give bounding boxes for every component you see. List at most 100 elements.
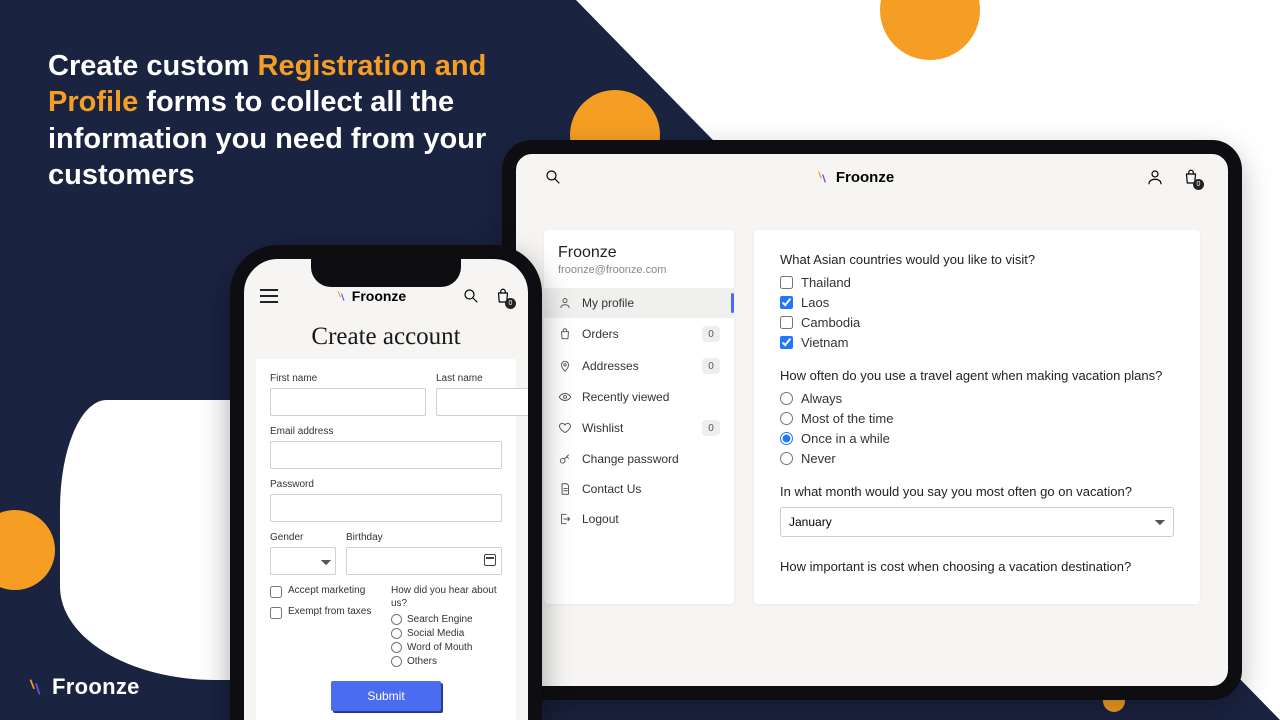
decor-circle <box>880 0 980 60</box>
label-exempt-taxes: Exempt from taxes <box>288 606 371 617</box>
label-birthday: Birthday <box>346 532 502 543</box>
sidebar-user-email: froonze@froonze.com <box>558 264 720 276</box>
country-option[interactable]: Vietnam <box>780 335 1174 350</box>
option-label: Once in a while <box>801 431 890 446</box>
bag-icon[interactable]: 0 <box>1182 168 1200 186</box>
sidebar-item-addresses[interactable]: Addresses 0 <box>544 350 734 382</box>
option-label: Never <box>801 451 836 466</box>
frequency-option[interactable]: Once in a while <box>780 431 1174 446</box>
countries-checkboxes: Thailand Laos Cambodia Vietnam <box>780 275 1174 350</box>
frequency-option[interactable]: Always <box>780 391 1174 406</box>
user-icon <box>558 296 572 310</box>
footer-logo: Froonze <box>24 674 140 700</box>
sidebar-item-logout[interactable]: Logout <box>544 504 734 534</box>
option-label: Thailand <box>801 275 851 290</box>
label-first-name: First name <box>270 373 426 384</box>
birthday-input[interactable] <box>346 547 502 575</box>
headline-pre: Create custom <box>48 50 258 82</box>
sidebar-item-label: Contact Us <box>582 482 641 496</box>
label-gender: Gender <box>270 532 336 543</box>
eye-icon <box>558 390 572 404</box>
vacation-month-select[interactable]: January <box>780 507 1174 537</box>
exempt-taxes-checkbox[interactable]: Exempt from taxes <box>270 606 381 619</box>
accept-marketing-checkbox[interactable]: Accept marketing <box>270 585 381 598</box>
sidebar-item-label: Change password <box>582 452 679 466</box>
label-password: Password <box>270 479 502 490</box>
logout-icon <box>558 512 572 526</box>
count-badge: 0 <box>702 420 720 436</box>
country-option[interactable]: Cambodia <box>780 315 1174 330</box>
country-option[interactable]: Laos <box>780 295 1174 310</box>
frequency-option[interactable]: Never <box>780 451 1174 466</box>
menu-icon[interactable] <box>260 287 278 305</box>
headline: Create custom Registration and Profile f… <box>48 48 508 193</box>
gender-select[interactable] <box>270 547 336 575</box>
sidebar-item-label: Logout <box>582 512 619 526</box>
sidebar: Froonze froonze@froonze.com My profile O… <box>544 230 734 604</box>
pin-icon <box>558 359 572 373</box>
label-email: Email address <box>270 426 502 437</box>
frequency-option[interactable]: Most of the time <box>780 411 1174 426</box>
submit-button[interactable]: Submit <box>331 681 441 711</box>
sidebar-nav: My profile Orders 0 Addresses 0 Recently… <box>544 288 734 534</box>
phone-page-title: Create account <box>244 323 528 351</box>
hear-option-label: Social Media <box>407 628 464 639</box>
sidebar-item-contact-us[interactable]: Contact Us <box>544 474 734 504</box>
label-last-name: Last name <box>436 373 528 384</box>
sidebar-item-my-profile[interactable]: My profile <box>544 288 734 318</box>
count-badge: 0 <box>702 358 720 374</box>
laptop-mock: Froonze 0 Froonze froonze@froonze.com My… <box>502 140 1242 700</box>
last-name-input[interactable] <box>436 388 528 416</box>
sidebar-item-label: Addresses <box>582 359 639 373</box>
laptop-brand-text: Froonze <box>836 169 894 186</box>
sidebar-item-wishlist[interactable]: Wishlist 0 <box>544 412 734 444</box>
sidebar-item-label: My profile <box>582 296 634 310</box>
user-icon[interactable] <box>1146 168 1164 186</box>
hear-option-label: Search Engine <box>407 614 473 625</box>
bag-icon[interactable]: 0 <box>494 287 512 305</box>
count-badge: 0 <box>702 326 720 342</box>
label-hear-about: How did you hear about us? <box>391 585 502 610</box>
option-label: Vietnam <box>801 335 848 350</box>
country-option[interactable]: Thailand <box>780 275 1174 290</box>
create-account-form: First name Last name Email address Passw… <box>256 359 516 720</box>
question-agent-frequency: How often do you use a travel agent when… <box>780 368 1174 383</box>
sidebar-item-recently-viewed[interactable]: Recently viewed <box>544 382 734 412</box>
hear-option[interactable]: Word of Mouth <box>391 642 502 653</box>
hear-option[interactable]: Social Media <box>391 628 502 639</box>
hear-option[interactable]: Others <box>391 656 502 667</box>
calendar-icon[interactable] <box>484 554 496 566</box>
bag-icon <box>558 327 572 341</box>
sidebar-item-change-password[interactable]: Change password <box>544 444 734 474</box>
password-input[interactable] <box>270 494 502 522</box>
sidebar-user: Froonze froonze@froonze.com <box>544 244 734 284</box>
email-input[interactable] <box>270 441 502 469</box>
heart-icon <box>558 421 572 435</box>
key-icon <box>558 452 572 466</box>
search-icon[interactable] <box>544 168 562 186</box>
phone-mock: Froonze 0 Create account First name Last… <box>230 245 542 720</box>
sidebar-item-label: Wishlist <box>582 421 623 435</box>
sidebar-item-label: Orders <box>582 327 619 341</box>
footer-brand-text: Froonze <box>52 674 140 700</box>
phone-brand-text: Froonze <box>352 288 406 304</box>
agent-frequency-radios: Always Most of the time Once in a while … <box>780 391 1174 466</box>
option-label: Always <box>801 391 842 406</box>
phone-brand: Froonze <box>334 288 406 304</box>
phone-topbar: Froonze 0 <box>244 259 528 313</box>
hear-option-label: Word of Mouth <box>407 642 472 653</box>
logo-icon <box>814 169 830 185</box>
sidebar-item-label: Recently viewed <box>582 390 669 404</box>
profile-form: What Asian countries would you like to v… <box>754 230 1200 604</box>
question-cost-importance: How important is cost when choosing a va… <box>780 559 1174 574</box>
question-countries: What Asian countries would you like to v… <box>780 252 1174 267</box>
hear-option[interactable]: Search Engine <box>391 614 502 625</box>
bag-badge: 0 <box>1193 179 1204 190</box>
question-vacation-month: In what month would you say you most oft… <box>780 484 1174 499</box>
first-name-input[interactable] <box>270 388 426 416</box>
logo-icon <box>334 289 348 303</box>
laptop-brand: Froonze <box>814 169 894 186</box>
laptop-topbar: Froonze 0 <box>516 154 1228 200</box>
sidebar-item-orders[interactable]: Orders 0 <box>544 318 734 350</box>
search-icon[interactable] <box>462 287 480 305</box>
